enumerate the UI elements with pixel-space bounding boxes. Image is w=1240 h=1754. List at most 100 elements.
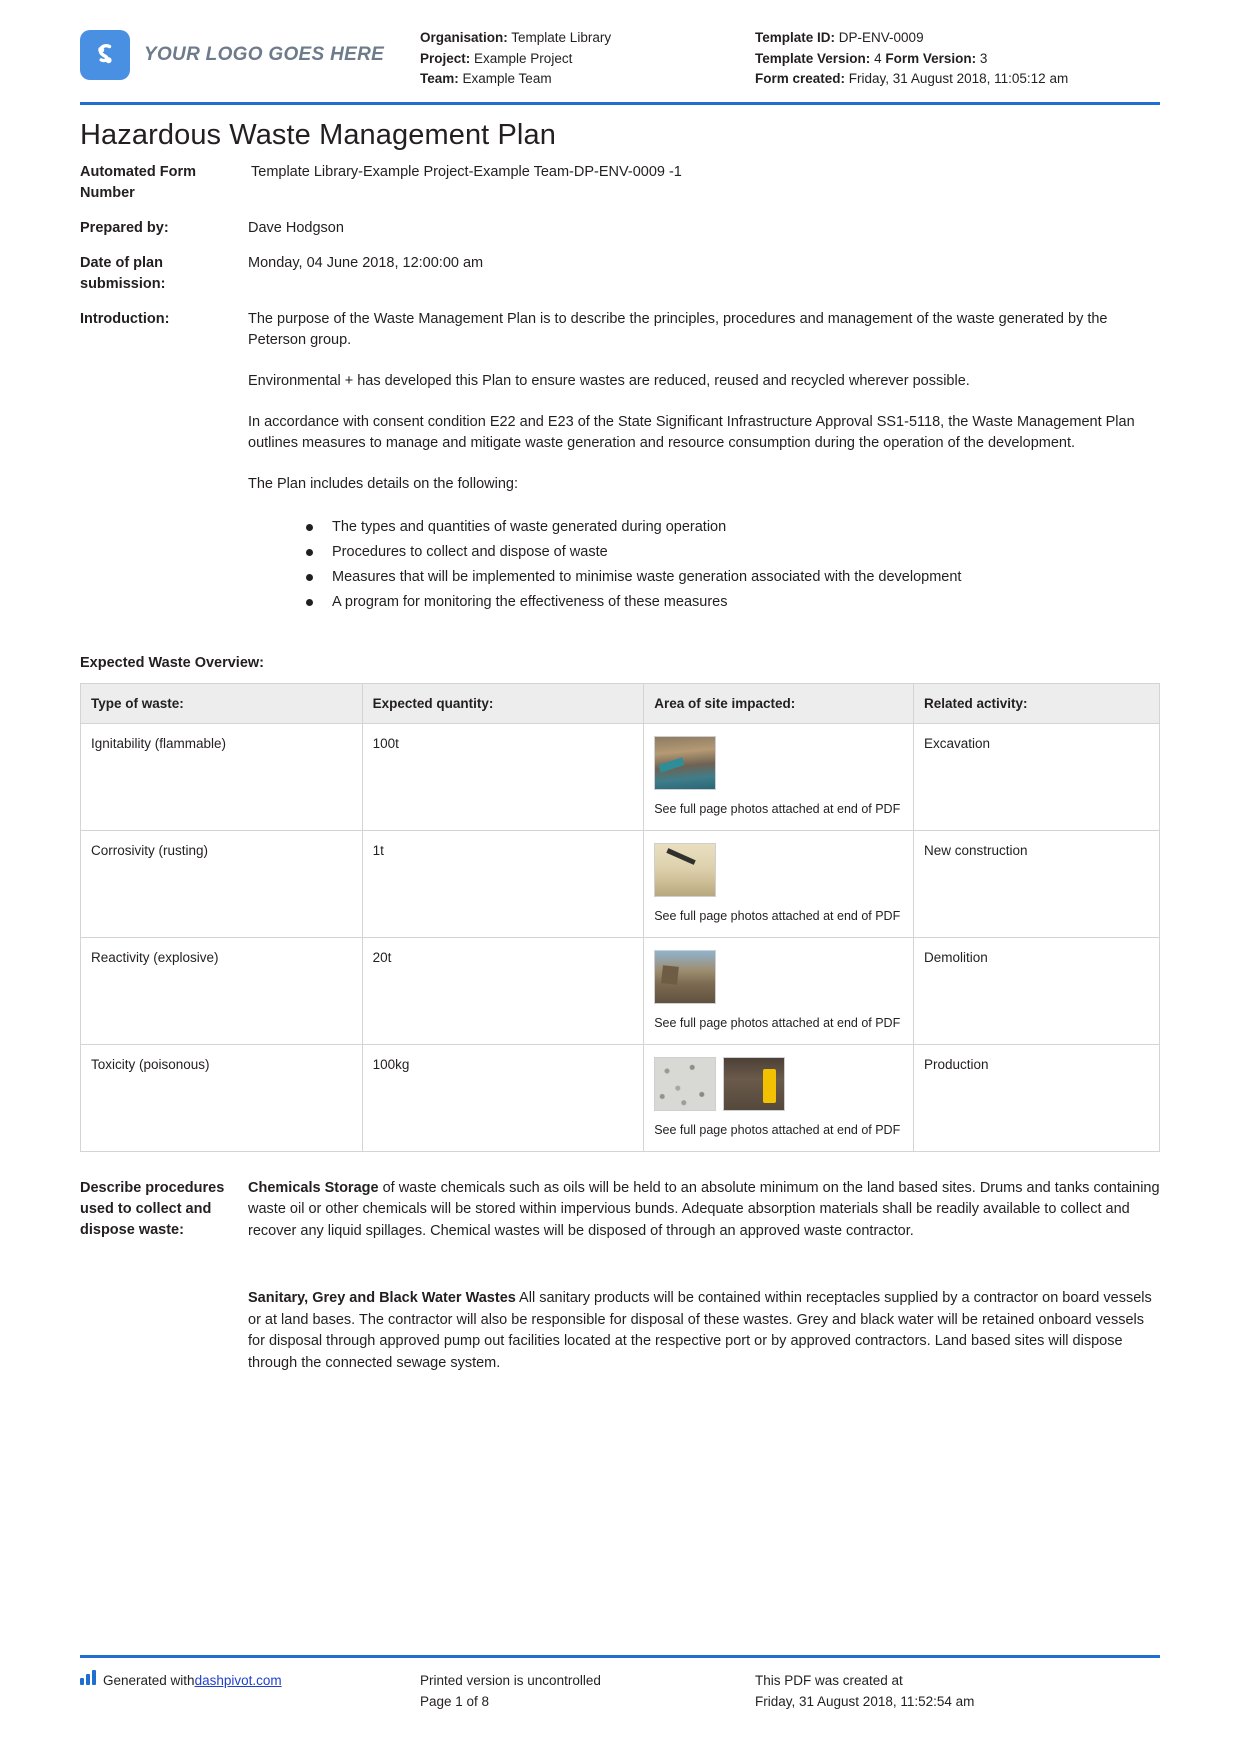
printed-uncontrolled-text: Printed version is uncontrolled xyxy=(420,1673,601,1688)
expected-waste-table: Type of waste: Expected quantity: Area o… xyxy=(80,682,1161,1152)
document-footer: Generated with dashpivot.com Printed ver… xyxy=(80,1655,1160,1712)
dashpivot-logo-icon xyxy=(80,30,130,80)
meta-project: Project: Example Project xyxy=(420,49,755,70)
list-item: A program for monitoring the effectivene… xyxy=(306,590,1160,615)
cell-type-of-waste: Reactivity (explosive) xyxy=(80,936,363,1045)
footer-printed-status: Printed version is uncontrolled Page 1 o… xyxy=(420,1670,755,1712)
cell-type-of-waste: Corrosivity (rusting) xyxy=(80,829,363,938)
meta-form-version-value: 3 xyxy=(979,50,988,66)
describe-procedures-body: Chemicals Storage of waste chemicals suc… xyxy=(248,1178,1160,1375)
column-header-area-of-site-impacted: Area of site impacted: xyxy=(643,682,914,724)
date-of-plan-value: Monday, 04 June 2018, 12:00:00 am xyxy=(248,254,484,271)
photo-strip xyxy=(654,1056,903,1111)
meta-project-label: Project: xyxy=(420,50,471,66)
generated-with-label: Generated with xyxy=(103,1673,195,1688)
chemicals-storage-text: of waste chemicals such as oils will be … xyxy=(248,1179,1160,1239)
cell-expected-quantity: 100kg xyxy=(361,1043,645,1152)
meta-organisation-value: Template Library xyxy=(511,30,612,45)
column-header-related-activity: Related activity: xyxy=(912,682,1161,724)
meta-form-created-label: Form created: xyxy=(755,71,846,86)
procedures-paragraph-1: Chemicals Storage of waste chemicals suc… xyxy=(248,1178,1160,1243)
meta-form-created-value: Friday, 31 August 2018, 11:05:12 am xyxy=(848,71,1069,86)
expected-waste-overview-label: Expected Waste Overview: xyxy=(80,654,265,671)
photo-caption: See full page photos attached at end of … xyxy=(654,1015,901,1030)
cell-related-activity: New construction xyxy=(912,829,1161,938)
meta-template-version-value: 4 xyxy=(874,50,882,66)
cell-area-of-site-impacted: See full page photos attached at end of … xyxy=(643,1043,914,1152)
page-number-text: Page 1 of 8 xyxy=(420,1694,490,1709)
logo-text: YOUR LOGO GOES HERE xyxy=(144,44,385,65)
cell-related-activity: Demolition xyxy=(912,936,1161,1045)
introduction-paragraph-4: The Plan includes details on the followi… xyxy=(248,475,519,492)
introduction-label: Introduction: xyxy=(80,310,170,327)
photo-strip xyxy=(654,735,903,790)
cell-area-of-site-impacted: See full page photos attached at end of … xyxy=(643,829,914,938)
automated-form-number-label: Automated Form Number xyxy=(80,163,196,201)
meta-form-version-label: Form Version: xyxy=(885,50,977,66)
automated-form-number-value: Template Library-Example Project-Example… xyxy=(251,163,682,180)
introduction-paragraph-2: Environmental + has developed this Plan … xyxy=(248,372,970,389)
footer-pdf-created: This PDF was created at Friday, 31 Augus… xyxy=(755,1670,1160,1712)
list-item: Measures that will be implemented to min… xyxy=(306,565,1160,590)
meta-form-created: Form created: Friday, 31 August 2018, 11… xyxy=(755,69,1160,90)
table-header-row: Type of waste: Expected quantity: Area o… xyxy=(80,682,1161,724)
table-row: Toxicity (poisonous) 100kg See full page… xyxy=(80,1043,1161,1152)
meta-organisation-label: Organisation: xyxy=(420,30,508,45)
footer-divider xyxy=(80,1655,1160,1658)
cell-related-activity: Excavation xyxy=(912,722,1161,831)
meta-organisation: Organisation: Template Library xyxy=(420,28,755,49)
meta-template-id: Template ID: DP-ENV-0009 xyxy=(755,28,1160,49)
cell-area-of-site-impacted: See full page photos attached at end of … xyxy=(643,936,914,1045)
photo-strip xyxy=(654,949,903,1004)
gravel-aggregate-photo xyxy=(654,1056,717,1111)
demolition-site-photo xyxy=(654,949,717,1004)
introduction-body: The purpose of the Waste Management Plan… xyxy=(248,309,1160,615)
procedures-paragraph-2: Sanitary, Grey and Black Water Wastes Al… xyxy=(248,1288,1160,1374)
cell-related-activity: Production xyxy=(912,1043,1161,1152)
new-construction-photo xyxy=(654,842,717,897)
field-automated-form-number: Automated Form Number Template Library-E… xyxy=(80,162,1160,204)
introduction-paragraph-3: In accordance with consent condition E22… xyxy=(248,413,1135,451)
header-meta-right: Template ID: DP-ENV-0009 Template Versio… xyxy=(755,22,1160,90)
field-describe-procedures: Describe procedures used to collect and … xyxy=(80,1178,1160,1375)
photo-caption: See full page photos attached at end of … xyxy=(654,1122,901,1137)
column-header-expected-quantity: Expected quantity: xyxy=(361,682,645,724)
cell-area-of-site-impacted: See full page photos attached at end of … xyxy=(643,722,914,831)
header-meta-left: Organisation: Template Library Project: … xyxy=(420,22,755,90)
column-header-type-of-waste: Type of waste: xyxy=(80,682,363,724)
meta-template-id-value: DP-ENV-0009 xyxy=(838,30,924,45)
meta-versions: Template Version: 4 Form Version: 3 xyxy=(755,49,1160,70)
meta-template-version-label: Template Version: xyxy=(755,50,871,66)
chemical-drum-photo xyxy=(723,1056,786,1111)
field-date-of-plan: Date of plan submission: Monday, 04 June… xyxy=(80,253,1160,295)
cell-type-of-waste: Ignitability (flammable) xyxy=(80,722,363,831)
field-prepared-by: Prepared by: Dave Hodgson xyxy=(80,218,1160,239)
table-row: Corrosivity (rusting) 1t See full page p… xyxy=(80,829,1161,938)
table-row: Reactivity (explosive) 20t See full page… xyxy=(80,936,1161,1045)
prepared-by-value: Dave Hodgson xyxy=(248,219,344,236)
header-divider xyxy=(80,101,1160,105)
plan-details-list: The types and quantities of waste genera… xyxy=(248,515,1160,615)
dashpivot-bars-icon xyxy=(80,1670,96,1685)
logo-block: YOUR LOGO GOES HERE xyxy=(80,22,420,80)
cell-expected-quantity: 100t xyxy=(361,722,645,831)
field-introduction: Introduction: The purpose of the Waste M… xyxy=(80,309,1160,615)
meta-team-value: Example Team xyxy=(462,71,552,86)
cell-expected-quantity: 1t xyxy=(361,829,645,938)
meta-team: Team: Example Team xyxy=(420,69,755,90)
footer-generated-with: Generated with dashpivot.com xyxy=(80,1670,420,1712)
meta-team-label: Team: xyxy=(420,71,459,86)
document-header: YOUR LOGO GOES HERE Organisation: Templa… xyxy=(80,22,1160,102)
date-of-plan-label: Date of plan submission: xyxy=(80,254,166,292)
cell-type-of-waste: Toxicity (poisonous) xyxy=(80,1043,363,1152)
photo-strip xyxy=(654,842,903,897)
dashpivot-link[interactable]: dashpivot.com xyxy=(195,1670,282,1691)
water-wastes-heading: Sanitary, Grey and Black Water Wastes xyxy=(248,1290,516,1306)
photo-caption: See full page photos attached at end of … xyxy=(654,801,901,816)
pdf-created-timestamp: Friday, 31 August 2018, 11:52:54 am xyxy=(755,1694,975,1709)
describe-procedures-label: Describe procedures used to collect and … xyxy=(80,1179,225,1238)
table-row: Ignitability (flammable) 100t See full p… xyxy=(80,722,1161,831)
chemicals-storage-heading: Chemicals Storage xyxy=(248,1179,379,1196)
photo-caption: See full page photos attached at end of … xyxy=(654,908,901,923)
list-item: The types and quantities of waste genera… xyxy=(306,515,1160,540)
